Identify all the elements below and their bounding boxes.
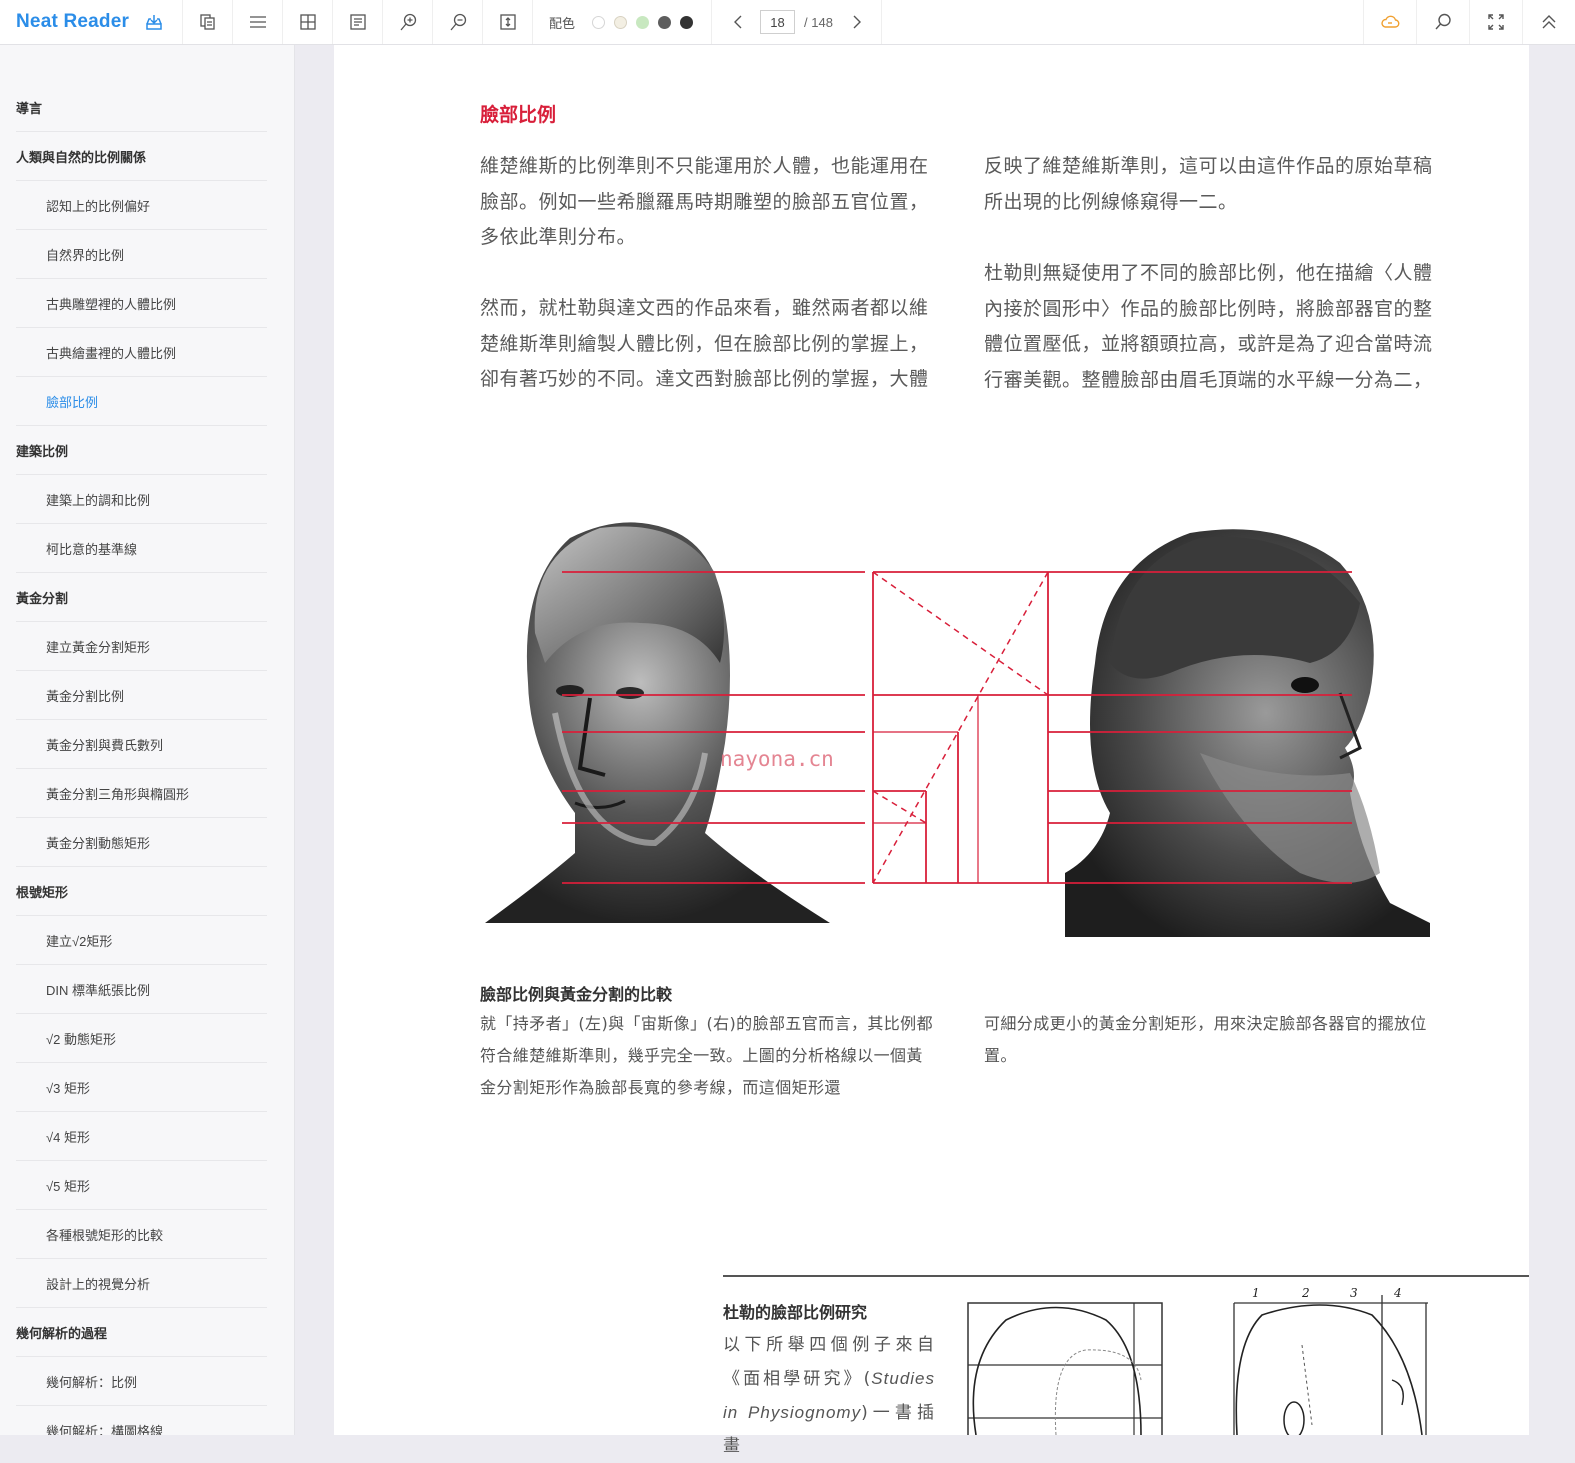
sketch-number-1: 1	[1252, 1286, 1260, 1300]
toc-item[interactable]: 黃金分割	[16, 573, 267, 622]
prev-page-button[interactable]	[730, 12, 746, 32]
notes-icon	[349, 14, 366, 30]
toc-item[interactable]: 黃金分割三角形與橢圓形	[16, 769, 267, 818]
toc-item[interactable]: 黃金分割動態矩形	[16, 818, 267, 867]
sidebar-box-body: 以下所舉四個例子來自《面相學研究》(Studies in Physiognomy…	[723, 1329, 935, 1463]
toc-menu-button[interactable]	[233, 0, 283, 44]
swatch-white[interactable]	[592, 15, 606, 29]
copy-icon	[199, 14, 215, 30]
sketch-number-2: 2	[1301, 1286, 1310, 1300]
toc-item[interactable]: 幾何解析：構圖格線	[16, 1406, 267, 1436]
app-name: Neat Reader	[16, 11, 130, 32]
doryphoros-head-image	[485, 522, 830, 923]
cloud-sync-button[interactable]	[1363, 0, 1416, 44]
pager: / 148	[712, 0, 882, 44]
toc-item[interactable]: 根號矩形	[16, 867, 267, 916]
section-heading: 臉部比例	[480, 104, 557, 126]
chevron-right-icon	[853, 15, 861, 29]
fullscreen-button[interactable]	[1469, 0, 1522, 44]
grid-icon	[299, 14, 316, 30]
toc-item[interactable]: 古典雕塑裡的人體比例	[16, 279, 267, 328]
collapse-toolbar-button[interactable]	[1522, 0, 1575, 44]
fit-height-button[interactable]	[483, 0, 533, 44]
toc-item[interactable]: 建立√2矩形	[16, 916, 267, 965]
swatch-dark[interactable]	[680, 15, 694, 29]
zoom-in-button[interactable]	[383, 0, 433, 44]
sketch-number-4: 4	[1393, 1286, 1402, 1300]
toc-item[interactable]: 自然界的比例	[16, 230, 267, 279]
toc-item[interactable]: 導言	[16, 83, 267, 132]
menu-icon	[249, 16, 266, 28]
toc-item[interactable]: 人類與自然的比例關係	[16, 132, 267, 181]
caption-title: 臉部比例與黃金分割的比較	[480, 985, 673, 1004]
zeus-head-image	[1065, 529, 1430, 937]
notes-button[interactable]	[333, 0, 383, 44]
toc-sidebar: 導言 人類與自然的比例關係 認知上的比例偏好 自然界的比例 古典雕塑裡的人體比例 古典繪畫…	[0, 45, 295, 1435]
section-divider	[723, 1275, 1529, 1277]
toc-item[interactable]: 建立黃金分割矩形	[16, 622, 267, 671]
toc-item[interactable]: 建築比例	[16, 426, 267, 475]
toolbar: Neat Reader 配色 / 148	[0, 0, 1575, 45]
toc-item[interactable]: 柯比意的基準線	[16, 524, 267, 573]
toc-item[interactable]: DIN 標準紙張比例	[16, 965, 267, 1014]
search-icon	[1435, 13, 1451, 30]
right-paragraph-2: 杜勒則無疑使用了不同的臉部比例，他在描繪〈人體內接於圓形中〉作品的臉部比例時，將…	[984, 262, 1433, 391]
toc-item[interactable]: √2 動態矩形	[16, 1014, 267, 1063]
search-button[interactable]	[1416, 0, 1469, 44]
swatch-green[interactable]	[636, 15, 650, 29]
toc-item[interactable]: 幾何解析：比例	[16, 1357, 267, 1406]
toc-item[interactable]: 古典繪畫裡的人體比例	[16, 328, 267, 377]
sidebar-box-title: 杜勒的臉部比例研究	[723, 1303, 868, 1322]
right-paragraph-1: 反映了維楚維斯準則，這可以由這件作品的原始草稿所出現的比例線條窺得一二。	[984, 155, 1433, 213]
swatch-gray[interactable]	[658, 15, 672, 29]
diagonal-line	[872, 571, 1049, 884]
durer-sketch-profile: 1 2 3 4	[1233, 1286, 1428, 1435]
toc-item[interactable]: 各種根號矩形的比較	[16, 1210, 267, 1259]
chevron-left-icon	[734, 15, 742, 29]
color-scheme-selector: 配色	[533, 0, 713, 44]
toc-item[interactable]: √5 矩形	[16, 1161, 267, 1210]
cloud-sync-icon	[1381, 15, 1400, 28]
toc-list: 導言 人類與自然的比例關係 認知上的比例偏好 自然界的比例 古典雕塑裡的人體比例 古典繪畫…	[16, 83, 267, 1435]
swatch-cream[interactable]	[614, 15, 628, 29]
collapse-up-icon	[1542, 15, 1556, 29]
left-paragraph-2: 然而，就杜勒與達文西的作品來看，雖然兩者都以維楚維斯準則繪製人體比例，但在臉部比…	[480, 297, 929, 390]
toc-item[interactable]: 設計上的視覺分析	[16, 1259, 267, 1308]
zoom-out-icon	[450, 13, 466, 31]
toc-item[interactable]: 建築上的調和比例	[16, 475, 267, 524]
toc-item[interactable]: 幾何解析的過程	[16, 1308, 267, 1357]
zoom-in-icon	[400, 13, 416, 31]
color-scheme-label: 配色	[549, 15, 576, 31]
left-paragraph-1: 維楚維斯的比例準則不只能運用於人體，也能運用在臉部。例如一些希臘羅馬時期雕塑的臉…	[480, 155, 929, 248]
fullscreen-icon	[1488, 14, 1504, 30]
sketch-number-3: 3	[1350, 1286, 1358, 1300]
page-total: / 148	[804, 14, 833, 30]
zoom-out-button[interactable]	[433, 0, 483, 44]
import-icon[interactable]	[144, 12, 164, 32]
caption-right: 可細分成更小的黃金分割矩形，用來決定臉部各器官的擺放位置。	[984, 1014, 1427, 1065]
proportion-diagram: nayona.cn	[485, 522, 1430, 937]
toc-item[interactable]: 黃金分割比例	[16, 671, 267, 720]
fit-height-icon	[499, 14, 516, 30]
copy-button[interactable]	[183, 0, 233, 44]
toc-item[interactable]: 黃金分割與費氏數列	[16, 720, 267, 769]
brand: Neat Reader	[0, 0, 183, 44]
toc-item[interactable]: 臉部比例	[16, 377, 267, 426]
diagonal-line	[872, 790, 927, 824]
toc-item[interactable]: √4 矩形	[16, 1112, 267, 1161]
toc-item[interactable]: 認知上的比例偏好	[16, 181, 267, 230]
toc-item[interactable]: √3 矩形	[16, 1063, 267, 1112]
reader-area: 臉部比例 維楚維斯的比例準則不只能運用於人體，也能運用在臉部。例如一些希臘羅馬時…	[296, 45, 1575, 1456]
durer-sketch-front	[967, 1302, 1163, 1435]
grid-view-button[interactable]	[283, 0, 333, 44]
caption-left: 就「持矛者」(左)與「宙斯像」(右)的臉部五官而言，其比例都符合維楚維斯準則，幾…	[480, 1014, 933, 1097]
face-proportion-figure: nayona.cn	[480, 513, 1435, 937]
diagonal-line	[872, 571, 1049, 696]
page-number-input[interactable]	[760, 10, 796, 34]
next-page-button[interactable]	[849, 12, 865, 32]
watermark: nayona.cn	[720, 747, 834, 771]
book-page: 臉部比例 維楚維斯的比例準則不只能運用於人體，也能運用在臉部。例如一些希臘羅馬時…	[334, 45, 1529, 1456]
